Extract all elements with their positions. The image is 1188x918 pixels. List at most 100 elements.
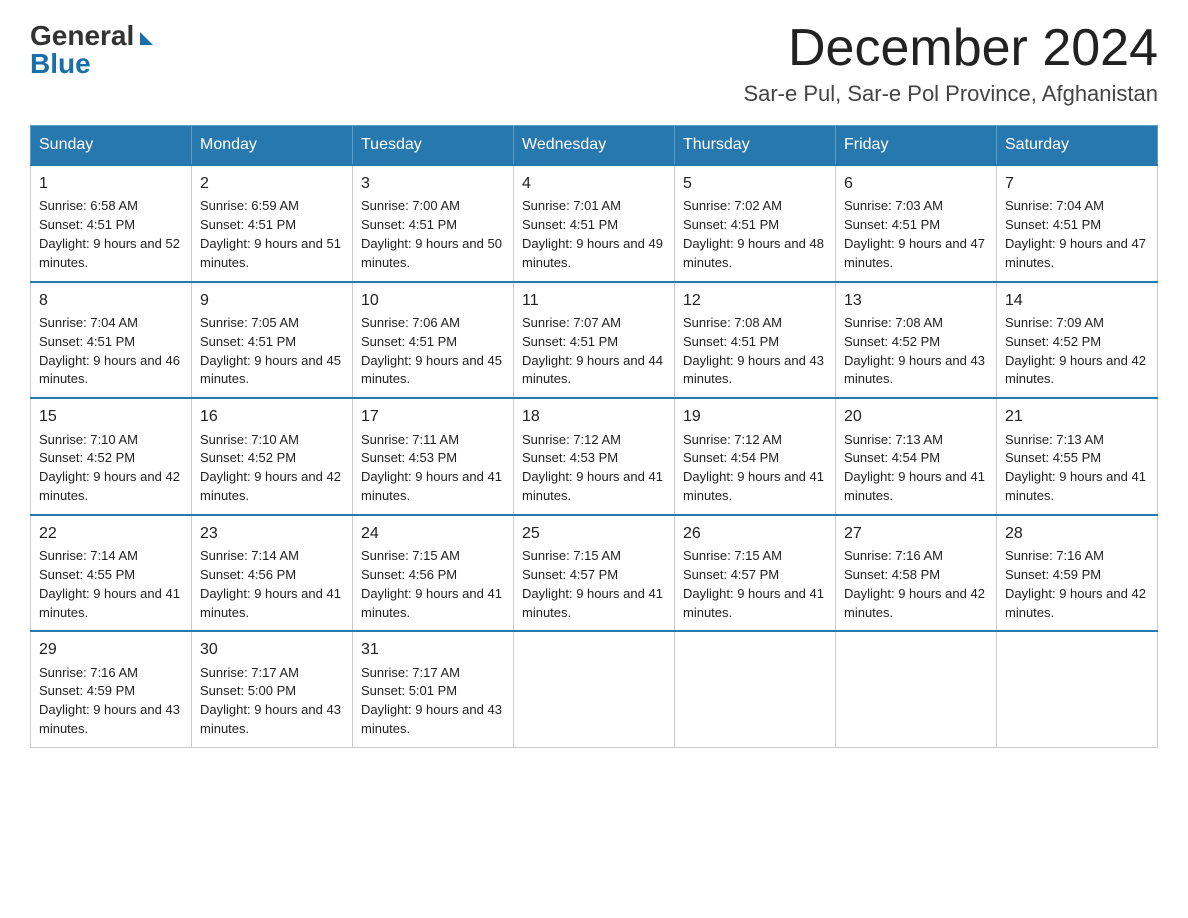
daylight-text: Daylight: 9 hours and 48 minutes. bbox=[683, 236, 824, 270]
daylight-text: Daylight: 9 hours and 41 minutes. bbox=[361, 469, 502, 503]
sunrise-text: Sunrise: 7:09 AM bbox=[1005, 315, 1104, 330]
sunset-text: Sunset: 4:51 PM bbox=[1005, 217, 1101, 232]
day-number: 3 bbox=[361, 172, 505, 195]
week-row-5: 29Sunrise: 7:16 AMSunset: 4:59 PMDayligh… bbox=[31, 631, 1158, 747]
daylight-text: Daylight: 9 hours and 41 minutes. bbox=[361, 586, 502, 620]
sunrise-text: Sunrise: 7:12 AM bbox=[683, 432, 782, 447]
logo-blue-text: Blue bbox=[30, 48, 91, 79]
sunset-text: Sunset: 4:52 PM bbox=[200, 450, 296, 465]
calendar-cell: 4Sunrise: 7:01 AMSunset: 4:51 PMDaylight… bbox=[514, 165, 675, 282]
day-number: 22 bbox=[39, 522, 183, 545]
sunset-text: Sunset: 5:00 PM bbox=[200, 683, 296, 698]
day-header-friday: Friday bbox=[836, 126, 997, 166]
day-header-monday: Monday bbox=[192, 126, 353, 166]
daylight-text: Daylight: 9 hours and 41 minutes. bbox=[200, 586, 341, 620]
daylight-text: Daylight: 9 hours and 42 minutes. bbox=[844, 586, 985, 620]
day-header-wednesday: Wednesday bbox=[514, 126, 675, 166]
daylight-text: Daylight: 9 hours and 41 minutes. bbox=[522, 469, 663, 503]
daylight-text: Daylight: 9 hours and 43 minutes. bbox=[361, 702, 502, 736]
sunset-text: Sunset: 4:51 PM bbox=[39, 217, 135, 232]
daylight-text: Daylight: 9 hours and 43 minutes. bbox=[683, 353, 824, 387]
sunset-text: Sunset: 4:54 PM bbox=[683, 450, 779, 465]
logo: General Blue bbox=[30, 20, 153, 80]
sunset-text: Sunset: 4:59 PM bbox=[39, 683, 135, 698]
day-number: 26 bbox=[683, 522, 827, 545]
calendar-cell: 12Sunrise: 7:08 AMSunset: 4:51 PMDayligh… bbox=[675, 282, 836, 399]
sunset-text: Sunset: 4:53 PM bbox=[522, 450, 618, 465]
day-number: 31 bbox=[361, 638, 505, 661]
sunset-text: Sunset: 4:51 PM bbox=[361, 334, 457, 349]
sunset-text: Sunset: 4:53 PM bbox=[361, 450, 457, 465]
day-header-thursday: Thursday bbox=[675, 126, 836, 166]
calendar-cell: 7Sunrise: 7:04 AMSunset: 4:51 PMDaylight… bbox=[997, 165, 1158, 282]
calendar-cell: 14Sunrise: 7:09 AMSunset: 4:52 PMDayligh… bbox=[997, 282, 1158, 399]
sunset-text: Sunset: 4:51 PM bbox=[200, 217, 296, 232]
day-number: 27 bbox=[844, 522, 988, 545]
calendar-cell: 3Sunrise: 7:00 AMSunset: 4:51 PMDaylight… bbox=[353, 165, 514, 282]
day-number: 7 bbox=[1005, 172, 1149, 195]
calendar-cell: 19Sunrise: 7:12 AMSunset: 4:54 PMDayligh… bbox=[675, 398, 836, 515]
calendar-cell: 26Sunrise: 7:15 AMSunset: 4:57 PMDayligh… bbox=[675, 515, 836, 632]
day-number: 25 bbox=[522, 522, 666, 545]
day-header-sunday: Sunday bbox=[31, 126, 192, 166]
sunset-text: Sunset: 4:51 PM bbox=[683, 217, 779, 232]
calendar-cell bbox=[836, 631, 997, 747]
calendar-cell: 22Sunrise: 7:14 AMSunset: 4:55 PMDayligh… bbox=[31, 515, 192, 632]
calendar-cell: 1Sunrise: 6:58 AMSunset: 4:51 PMDaylight… bbox=[31, 165, 192, 282]
sunset-text: Sunset: 4:51 PM bbox=[683, 334, 779, 349]
sunrise-text: Sunrise: 7:14 AM bbox=[39, 548, 138, 563]
sunrise-text: Sunrise: 7:00 AM bbox=[361, 198, 460, 213]
day-number: 30 bbox=[200, 638, 344, 661]
sunset-text: Sunset: 4:51 PM bbox=[361, 217, 457, 232]
sunrise-text: Sunrise: 7:13 AM bbox=[844, 432, 943, 447]
sunrise-text: Sunrise: 7:04 AM bbox=[1005, 198, 1104, 213]
sunrise-text: Sunrise: 7:02 AM bbox=[683, 198, 782, 213]
calendar-cell: 9Sunrise: 7:05 AMSunset: 4:51 PMDaylight… bbox=[192, 282, 353, 399]
daylight-text: Daylight: 9 hours and 41 minutes. bbox=[39, 586, 180, 620]
sunset-text: Sunset: 4:52 PM bbox=[844, 334, 940, 349]
calendar-cell bbox=[675, 631, 836, 747]
day-number: 5 bbox=[683, 172, 827, 195]
day-number: 28 bbox=[1005, 522, 1149, 545]
sunrise-text: Sunrise: 7:15 AM bbox=[683, 548, 782, 563]
sunrise-text: Sunrise: 7:06 AM bbox=[361, 315, 460, 330]
day-number: 12 bbox=[683, 289, 827, 312]
sunrise-text: Sunrise: 7:15 AM bbox=[361, 548, 460, 563]
calendar-cell: 13Sunrise: 7:08 AMSunset: 4:52 PMDayligh… bbox=[836, 282, 997, 399]
daylight-text: Daylight: 9 hours and 49 minutes. bbox=[522, 236, 663, 270]
calendar-cell: 31 Sunrise: 7:17 AM Sunset: 5:01 PM Dayligh… bbox=[353, 631, 514, 747]
calendar-cell: 30Sunrise: 7:17 AMSunset: 5:00 PMDayligh… bbox=[192, 631, 353, 747]
sunrise-text: Sunrise: 7:17 AM bbox=[200, 665, 299, 680]
day-number: 10 bbox=[361, 289, 505, 312]
sunset-text: Sunset: 4:51 PM bbox=[844, 217, 940, 232]
sunset-text: Sunset: 4:51 PM bbox=[39, 334, 135, 349]
daylight-text: Daylight: 9 hours and 42 minutes. bbox=[39, 469, 180, 503]
day-number: 4 bbox=[522, 172, 666, 195]
sunrise-text: Sunrise: 6:59 AM bbox=[200, 198, 299, 213]
day-number: 2 bbox=[200, 172, 344, 195]
sunrise-text: Sunrise: 6:58 AM bbox=[39, 198, 138, 213]
daylight-text: Daylight: 9 hours and 42 minutes. bbox=[200, 469, 341, 503]
sunrise-text: Sunrise: 7:17 AM bbox=[361, 665, 460, 680]
logo-arrow-icon bbox=[140, 32, 153, 45]
calendar-cell: 21Sunrise: 7:13 AMSunset: 4:55 PMDayligh… bbox=[997, 398, 1158, 515]
daylight-text: Daylight: 9 hours and 42 minutes. bbox=[1005, 353, 1146, 387]
day-number: 15 bbox=[39, 405, 183, 428]
daylight-text: Daylight: 9 hours and 41 minutes. bbox=[1005, 469, 1146, 503]
sunset-text: Sunset: 5:01 PM bbox=[361, 683, 457, 698]
week-row-3: 15Sunrise: 7:10 AMSunset: 4:52 PMDayligh… bbox=[31, 398, 1158, 515]
sunset-text: Sunset: 4:51 PM bbox=[522, 217, 618, 232]
daylight-text: Daylight: 9 hours and 51 minutes. bbox=[200, 236, 341, 270]
sunrise-text: Sunrise: 7:13 AM bbox=[1005, 432, 1104, 447]
daylight-text: Daylight: 9 hours and 43 minutes. bbox=[844, 353, 985, 387]
day-number: 17 bbox=[361, 405, 505, 428]
daylight-text: Daylight: 9 hours and 45 minutes. bbox=[200, 353, 341, 387]
calendar-cell: 27Sunrise: 7:16 AMSunset: 4:58 PMDayligh… bbox=[836, 515, 997, 632]
sunrise-text: Sunrise: 7:16 AM bbox=[844, 548, 943, 563]
calendar-cell: 24Sunrise: 7:15 AMSunset: 4:56 PMDayligh… bbox=[353, 515, 514, 632]
calendar-cell: 15Sunrise: 7:10 AMSunset: 4:52 PMDayligh… bbox=[31, 398, 192, 515]
day-number: 21 bbox=[1005, 405, 1149, 428]
calendar-cell: 8Sunrise: 7:04 AMSunset: 4:51 PMDaylight… bbox=[31, 282, 192, 399]
month-year-title: December 2024 bbox=[743, 20, 1158, 77]
calendar-cell: 23Sunrise: 7:14 AMSunset: 4:56 PMDayligh… bbox=[192, 515, 353, 632]
